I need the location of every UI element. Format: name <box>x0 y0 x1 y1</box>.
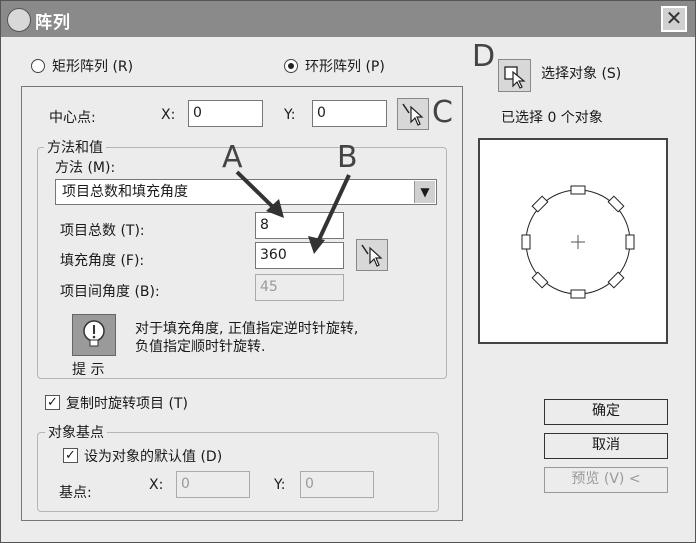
rotate-items-label: 复制时旋转项目 (T) <box>66 396 188 412</box>
array-dialog: 阵列 ✕ 矩形阵列 (R) 环形阵列 (P) 中心点: X: 0 Y: 0 方法… <box>0 0 696 543</box>
tip-text-line1: 对于填充角度, 正值指定逆时针旋转, <box>135 321 359 337</box>
close-icon: ✕ <box>665 6 683 30</box>
tip-text-line2: 负值指定顺时针旋转. <box>135 339 266 355</box>
polar-array-radio[interactable] <box>284 59 298 73</box>
base-y-input[interactable]: 0 <box>300 471 374 498</box>
select-objects-label: 选择对象 (S) <box>541 66 622 82</box>
preview-button[interactable]: 预览 (V) < <box>544 467 668 493</box>
ok-button[interactable]: 确定 <box>544 399 668 425</box>
lightbulb-icon <box>72 314 116 356</box>
annotation-c: C <box>432 95 453 130</box>
polar-array-preview <box>521 185 635 299</box>
selection-status: 已选择 0 个对象 <box>501 110 603 126</box>
annotation-arrows <box>235 170 351 254</box>
rectangular-array-label: 矩形阵列 (R) <box>52 59 134 75</box>
rotate-items-checkbox[interactable]: ✓ <box>45 395 60 410</box>
annotation-a: A <box>222 140 243 175</box>
app-icon <box>7 8 31 32</box>
base-x-label: X: <box>149 477 164 493</box>
polar-array-label: 环形阵列 (P) <box>305 59 385 75</box>
default-base-label: 设为对象的默认值 (D) <box>84 449 223 465</box>
close-button[interactable]: ✕ <box>661 6 687 32</box>
default-base-checkbox[interactable]: ✓ <box>63 448 78 463</box>
base-y-label: Y: <box>274 477 286 493</box>
select-objects-icon <box>504 66 526 89</box>
base-x-input[interactable]: 0 <box>176 471 250 498</box>
rectangular-array-radio[interactable] <box>31 59 45 73</box>
window-title: 阵列 <box>35 13 71 33</box>
annotation-d: D <box>472 39 496 74</box>
base-point-label: 基点: <box>59 485 92 501</box>
select-objects-button[interactable] <box>498 59 531 92</box>
preview-pane <box>478 138 668 344</box>
title-bar: 阵列 ✕ <box>1 1 695 37</box>
base-point-group-title: 对象基点 <box>45 422 107 442</box>
cancel-button[interactable]: 取消 <box>544 433 668 459</box>
annotation-b: B <box>337 140 358 175</box>
tip-label: 提 示 <box>72 362 105 378</box>
